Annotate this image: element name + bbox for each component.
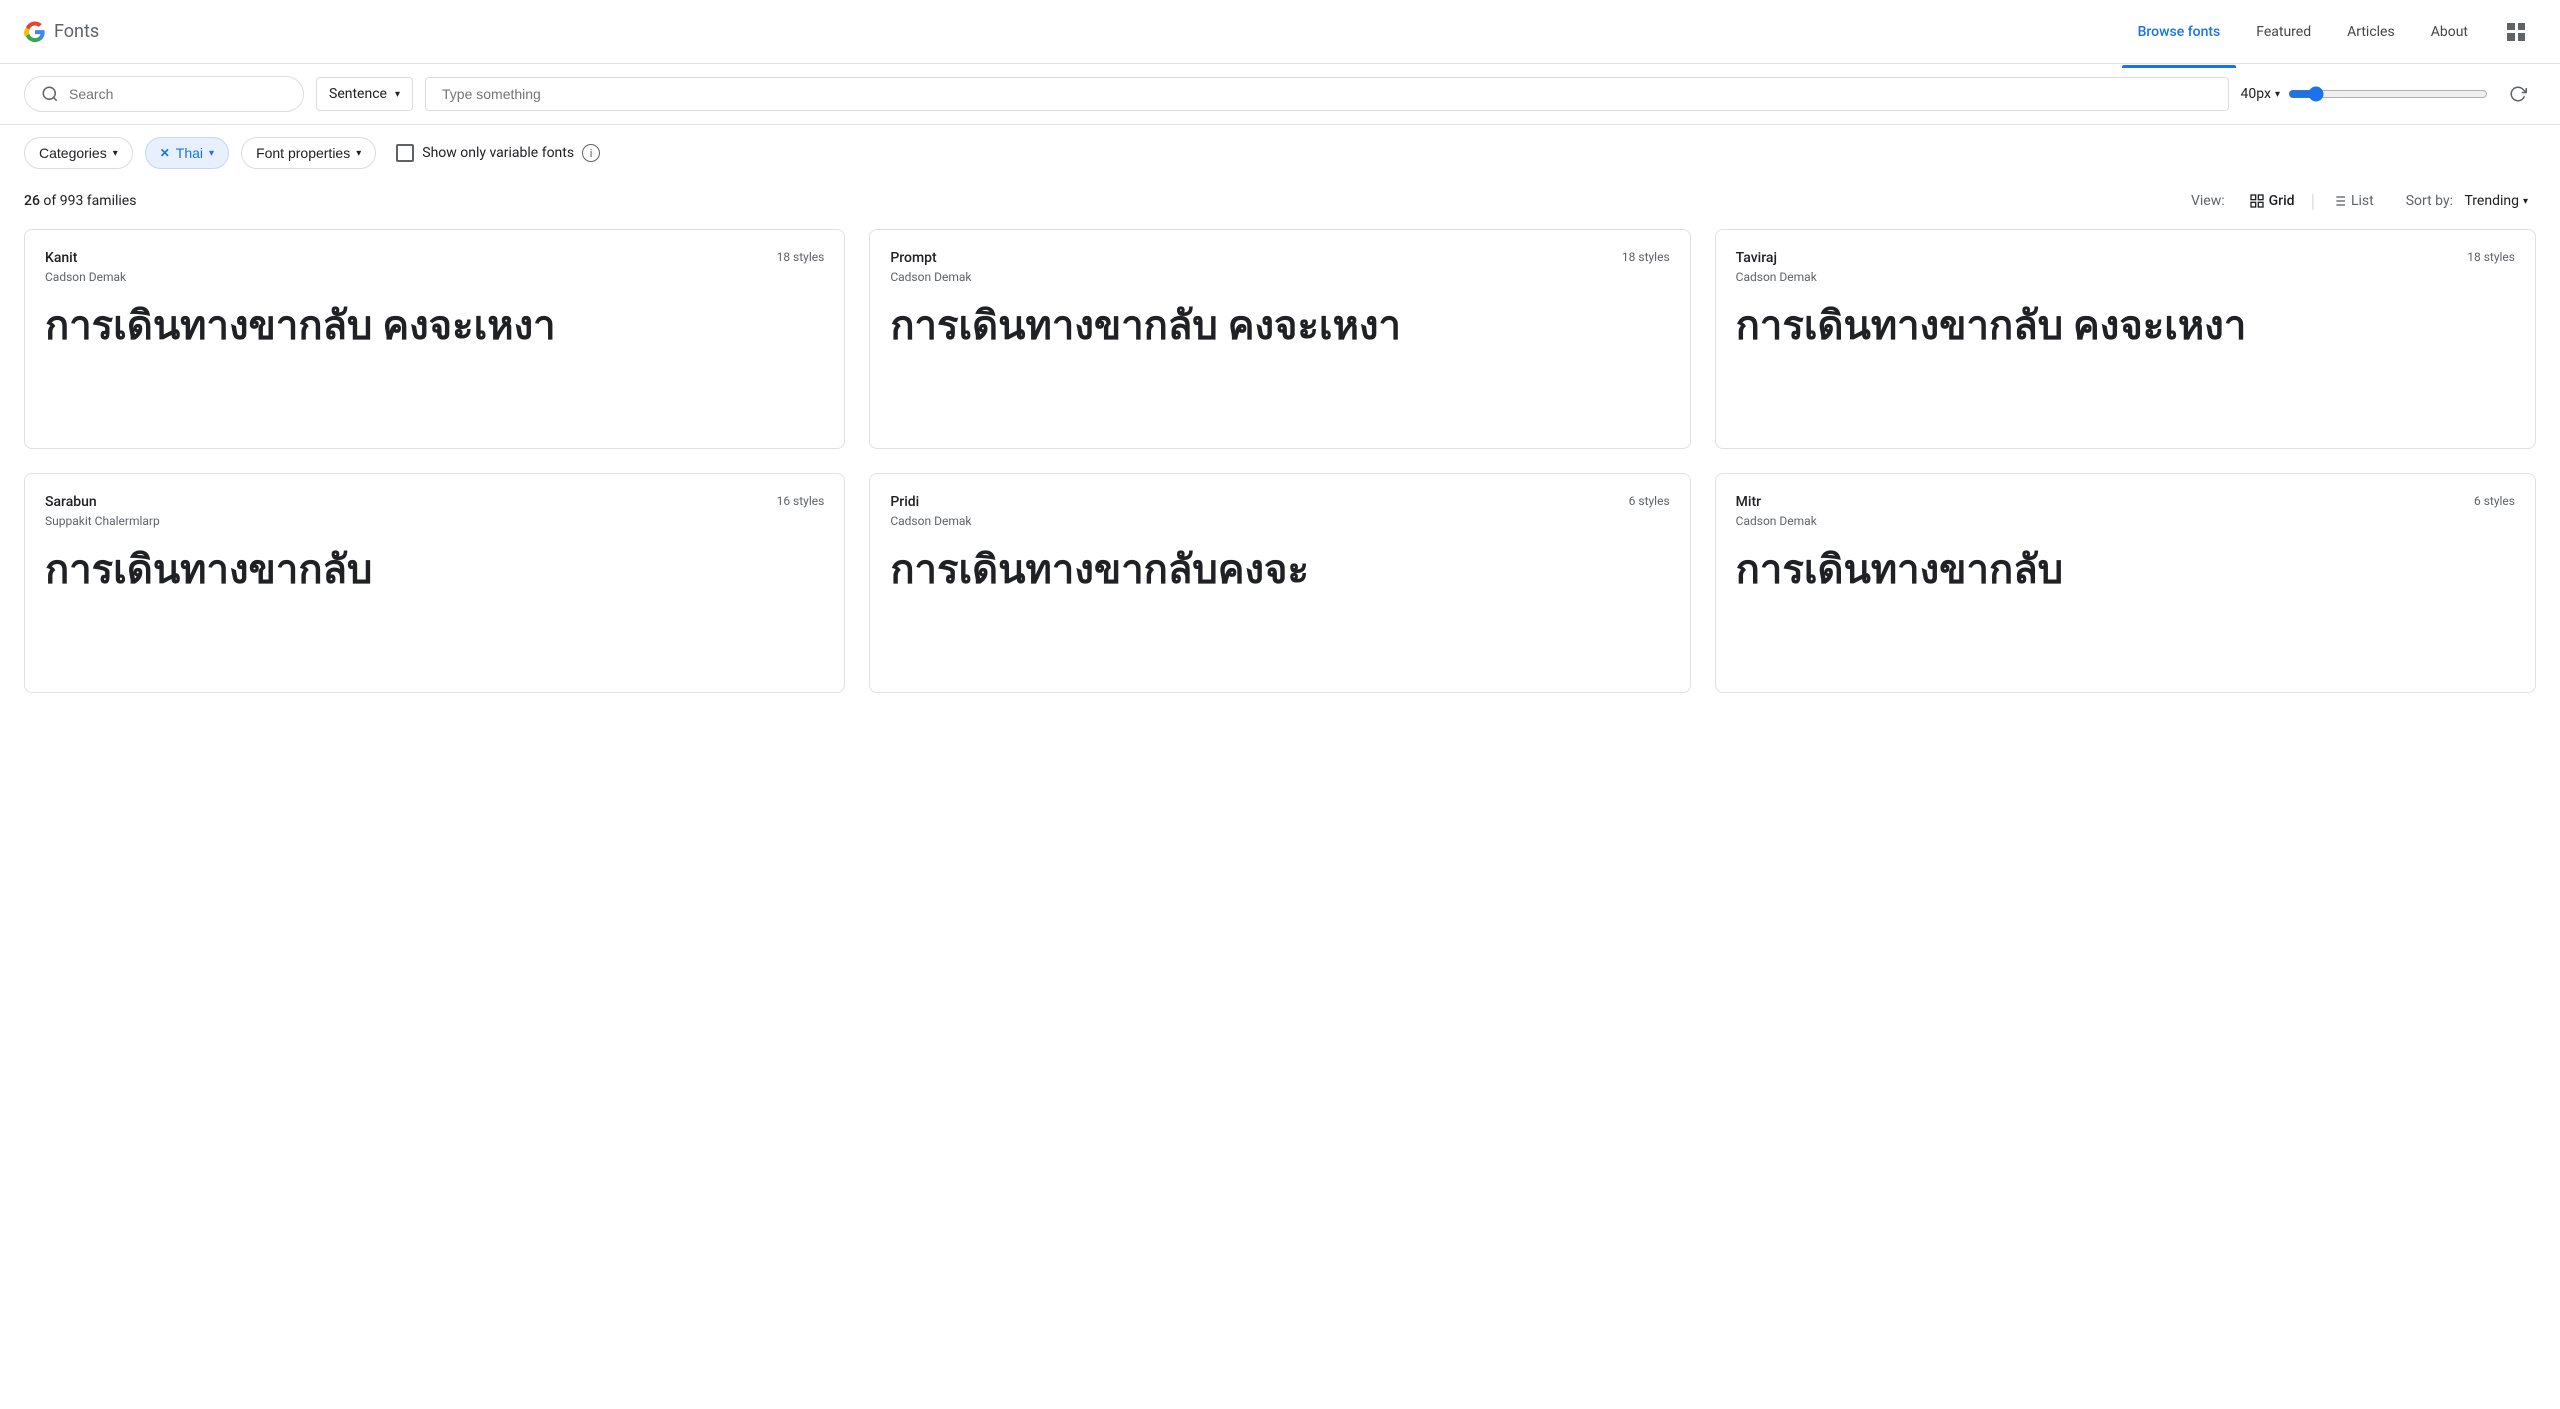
size-slider[interactable] xyxy=(2288,86,2488,102)
size-dropdown[interactable]: 40px ▾ xyxy=(2241,86,2280,102)
categories-chevron-icon: ▾ xyxy=(113,148,118,159)
font-preview: การเดินทางขากลับคงจะ xyxy=(890,544,1669,672)
font-styles: 16 styles xyxy=(777,494,825,508)
font-card-header: Sarabun 16 styles xyxy=(45,494,824,510)
font-card[interactable]: Kanit 18 styles Cadson Demak การเดินทางข… xyxy=(24,229,845,449)
google-logo-icon xyxy=(24,21,46,43)
nav-articles[interactable]: Articles xyxy=(2331,16,2411,48)
list-view-icon xyxy=(2331,193,2347,209)
nav-featured[interactable]: Featured xyxy=(2240,16,2327,48)
variable-fonts-checkbox[interactable] xyxy=(396,144,414,162)
font-preview: การเดินทางขากลับ คงจะเหงา xyxy=(890,300,1669,428)
font-properties-chevron-icon: ▾ xyxy=(356,148,361,159)
size-control: 40px ▾ xyxy=(2241,86,2488,102)
chevron-down-icon: ▾ xyxy=(395,89,400,100)
font-styles: 6 styles xyxy=(2474,494,2515,508)
sentence-label: Sentence xyxy=(329,86,387,102)
font-card-header: Taviraj 18 styles xyxy=(1736,250,2515,266)
count-total: of 993 families xyxy=(43,193,136,209)
font-card[interactable]: Taviraj 18 styles Cadson Demak การเดินทา… xyxy=(1715,229,2536,449)
font-styles: 18 styles xyxy=(1622,250,1670,264)
font-preview: การเดินทางขากลับ คงจะเหงา xyxy=(45,300,824,428)
refresh-icon xyxy=(2509,85,2527,103)
search-bar: Sentence ▾ 40px ▾ xyxy=(0,64,2560,125)
thai-close-icon[interactable]: ✕ xyxy=(160,146,170,160)
font-card-header: Kanit 18 styles xyxy=(45,250,824,266)
sentence-dropdown[interactable]: Sentence ▾ xyxy=(316,77,413,111)
refresh-button[interactable] xyxy=(2500,76,2536,112)
font-preview: การเดินทางขากลับ xyxy=(1736,544,2515,672)
search-input[interactable] xyxy=(69,86,287,102)
logo[interactable]: Fonts xyxy=(24,21,99,43)
toolbar: 26 of 993 families View: Grid | List Sor… xyxy=(0,181,2560,229)
search-icon xyxy=(41,85,59,103)
font-preview: การเดินทางขากลับ คงจะเหงา xyxy=(1736,300,2515,428)
families-count: 26 of 993 families xyxy=(24,193,136,209)
filters-bar: Categories ▾ ✕ Thai ▾ Font properties ▾ … xyxy=(0,125,2560,181)
font-author: Cadson Demak xyxy=(45,270,824,284)
sort-button[interactable]: Sort by: Trending ▾ xyxy=(2398,189,2536,213)
font-author: Cadson Demak xyxy=(890,514,1669,528)
font-author: Cadson Demak xyxy=(1736,270,2515,284)
categories-filter-button[interactable]: Categories ▾ xyxy=(24,137,133,169)
font-card-header: Prompt 18 styles xyxy=(890,250,1669,266)
font-styles: 18 styles xyxy=(777,250,825,264)
search-input-wrapper[interactable] xyxy=(24,76,304,112)
font-author: Cadson Demak xyxy=(1736,514,2515,528)
view-separator: | xyxy=(2311,191,2315,212)
font-card-header: Mitr 6 styles xyxy=(1736,494,2515,510)
font-properties-label: Font properties xyxy=(256,145,350,161)
variable-fonts-label: Show only variable fonts xyxy=(422,145,574,161)
font-author: Suppakit Chalermlarp xyxy=(45,514,824,528)
main-nav: Browse fonts Featured Articles About xyxy=(2122,12,2536,52)
sort-label: Sort by: xyxy=(2406,193,2453,209)
font-name: Sarabun xyxy=(45,494,97,510)
categories-label: Categories xyxy=(39,145,107,161)
font-name: Pridi xyxy=(890,494,919,510)
font-card[interactable]: Sarabun 16 styles Suppakit Chalermlarp ก… xyxy=(24,473,845,693)
grid-view-button[interactable]: Grid xyxy=(2241,189,2303,213)
list-label: List xyxy=(2351,193,2374,209)
grid-label: Grid xyxy=(2269,193,2295,209)
thai-label: Thai xyxy=(176,145,203,161)
font-card[interactable]: Mitr 6 styles Cadson Demak การเดินทางขาก… xyxy=(1715,473,2536,693)
font-name: Prompt xyxy=(890,250,936,266)
font-name: Kanit xyxy=(45,250,77,266)
view-sort-controls: View: Grid | List Sort by: Trending ▾ xyxy=(2191,189,2536,213)
size-value: 40px xyxy=(2241,86,2271,102)
sort-chevron-icon: ▾ xyxy=(2523,196,2528,207)
variable-fonts-toggle[interactable]: Show only variable fonts i xyxy=(396,144,600,162)
thai-filter-button[interactable]: ✕ Thai ▾ xyxy=(145,137,229,169)
logo-text: Fonts xyxy=(54,21,99,42)
font-styles: 6 styles xyxy=(1629,494,1670,508)
font-card-header: Pridi 6 styles xyxy=(890,494,1669,510)
font-card[interactable]: Pridi 6 styles Cadson Demak การเดินทางขา… xyxy=(869,473,1690,693)
sort-value: Trending xyxy=(2464,193,2519,209)
font-name: Mitr xyxy=(1736,494,1761,510)
grid-view-toggle-button[interactable] xyxy=(2496,12,2536,52)
font-grid: Kanit 18 styles Cadson Demak การเดินทางข… xyxy=(0,229,2560,717)
view-options: Grid | List xyxy=(2241,189,2382,213)
font-author: Cadson Demak xyxy=(890,270,1669,284)
grid-view-icon xyxy=(2249,193,2265,209)
variable-fonts-info-icon[interactable]: i xyxy=(582,144,600,162)
count-number: 26 xyxy=(24,193,40,209)
nav-about[interactable]: About xyxy=(2415,16,2484,48)
header: Fonts Browse fonts Featured Articles Abo… xyxy=(0,0,2560,64)
view-label: View: xyxy=(2191,193,2225,209)
font-name: Taviraj xyxy=(1736,250,1777,266)
font-card[interactable]: Prompt 18 styles Cadson Demak การเดินทาง… xyxy=(869,229,1690,449)
font-preview: การเดินทางขากลับ xyxy=(45,544,824,672)
type-something-input[interactable] xyxy=(425,77,2229,111)
nav-browse-fonts[interactable]: Browse fonts xyxy=(2122,16,2237,48)
grid-icon xyxy=(2507,23,2525,41)
list-view-button[interactable]: List xyxy=(2323,189,2382,213)
size-chevron-icon: ▾ xyxy=(2275,89,2280,100)
font-properties-filter-button[interactable]: Font properties ▾ xyxy=(241,137,376,169)
thai-chevron-icon: ▾ xyxy=(209,148,214,159)
font-styles: 18 styles xyxy=(2467,250,2515,264)
